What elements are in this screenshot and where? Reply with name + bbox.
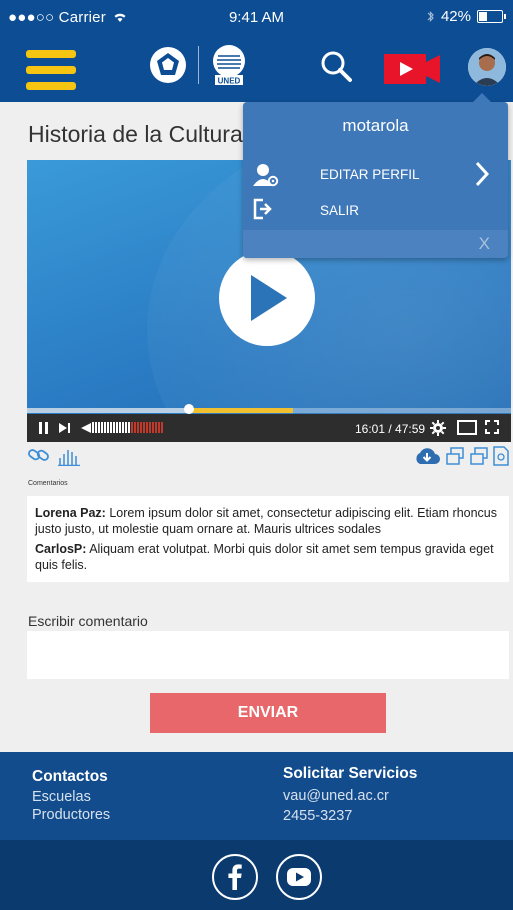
menu-username: motarola <box>342 116 409 135</box>
services-title: Solicitar Servicios <box>283 765 418 782</box>
logout-icon <box>253 198 272 220</box>
battery-percent: 42% <box>440 8 471 25</box>
comment-author: Lorena Paz: <box>35 506 106 520</box>
app-header: UNED <box>0 34 513 102</box>
next-icon[interactable] <box>59 423 71 433</box>
close-icon[interactable]: X <box>479 234 490 254</box>
menu-button[interactable] <box>26 50 76 90</box>
stats-icon[interactable] <box>58 446 80 466</box>
fullscreen-icon[interactable] <box>485 420 499 434</box>
play-button[interactable] <box>219 250 315 346</box>
vau-emblem-icon <box>150 47 186 83</box>
footer: Contactos Escuelas Productores Solicitar… <box>0 752 513 840</box>
comment-input[interactable] <box>27 631 509 679</box>
contact-phone[interactable]: 2455-3237 <box>283 806 417 826</box>
uned-logo-icon: UNED <box>213 45 245 86</box>
cloud-download-icon[interactable] <box>413 446 441 466</box>
speaker-icon <box>81 423 91 433</box>
seek-bar[interactable] <box>27 404 511 414</box>
contacts-title: Contactos <box>32 768 108 785</box>
status-bar: ●●●○○ Carrier 9:41 AM 42% <box>0 0 513 34</box>
bluetooth-icon <box>427 11 434 22</box>
link-escuelas[interactable]: Escuelas <box>32 788 110 806</box>
user-avatar-icon <box>468 48 506 86</box>
media-tools-right <box>413 446 509 466</box>
menu-close-bar: X <box>243 230 508 258</box>
menu-item-logout[interactable]: SALIR <box>253 194 498 226</box>
video-record-button[interactable] <box>384 54 440 89</box>
facebook-icon <box>228 864 242 890</box>
avatar[interactable] <box>468 48 506 86</box>
youtube-button[interactable] <box>276 854 322 900</box>
menu-item-label: SALIR <box>320 202 360 218</box>
facebook-button[interactable] <box>212 854 258 900</box>
comments-list: Lorena Paz: Lorem ipsum dolor sit amet, … <box>27 496 509 582</box>
link-productores[interactable]: Productores <box>32 806 110 824</box>
settings-gear-icon[interactable] <box>430 420 446 436</box>
menu-item-label: EDITAR PERFIL <box>320 166 420 182</box>
menu-caret <box>472 93 492 103</box>
send-button[interactable]: ENVIAR <box>150 693 386 733</box>
chevron-right-icon <box>475 161 490 187</box>
contact-email[interactable]: vau@uned.ac.cr <box>283 786 417 806</box>
search-icon <box>321 51 352 82</box>
comments-label: Comentarios <box>28 480 68 487</box>
player-controls: 16:01 / 47:59 <box>27 414 511 442</box>
link-icon[interactable] <box>28 446 50 464</box>
services-section: Solicitar Servicios vau@uned.ac.cr 2455-… <box>283 764 417 826</box>
uned-logo[interactable]: UNED <box>148 44 249 86</box>
menu-item-edit-profile[interactable]: EDITAR PERFIL <box>253 158 498 190</box>
media-tools-left <box>28 446 80 466</box>
search-button[interactable] <box>320 50 354 89</box>
battery-icon <box>477 10 506 23</box>
user-settings-icon <box>253 164 279 187</box>
theater-mode-icon[interactable] <box>457 420 477 435</box>
svg-text:UNED: UNED <box>218 77 241 86</box>
comment-author: CarlosP: <box>35 542 87 556</box>
logo-divider <box>198 46 199 84</box>
share-screen-icon-2[interactable] <box>469 446 489 466</box>
battery-fill <box>479 12 488 21</box>
social-bar <box>0 840 513 910</box>
played-bar <box>27 408 190 413</box>
contacts-section: Contactos Escuelas Productores <box>32 768 110 824</box>
pause-button[interactable] <box>39 422 48 434</box>
compose-label: Escribir comentario <box>28 613 148 629</box>
comment-item: CarlosP: Aliquam erat volutpat. Morbi qu… <box>35 541 501 573</box>
comment-text: Aliquam erat volutpat. Morbi quis dolor … <box>35 542 494 572</box>
volume-slider[interactable] <box>81 422 163 433</box>
battery-indicator: 42% <box>427 8 506 25</box>
video-camera-icon <box>384 54 440 84</box>
comment-item: Lorena Paz: Lorem ipsum dolor sit amet, … <box>35 505 501 537</box>
image-file-icon[interactable] <box>493 446 509 466</box>
page-title: Historia de la Cultura <box>28 121 243 147</box>
share-screen-icon-1[interactable] <box>445 446 465 466</box>
play-icon <box>251 275 287 321</box>
user-menu: motarola EDITAR PERFIL SALIR X <box>243 93 508 258</box>
youtube-icon <box>287 868 311 886</box>
timecode: 16:01 / 47:59 <box>355 422 426 436</box>
